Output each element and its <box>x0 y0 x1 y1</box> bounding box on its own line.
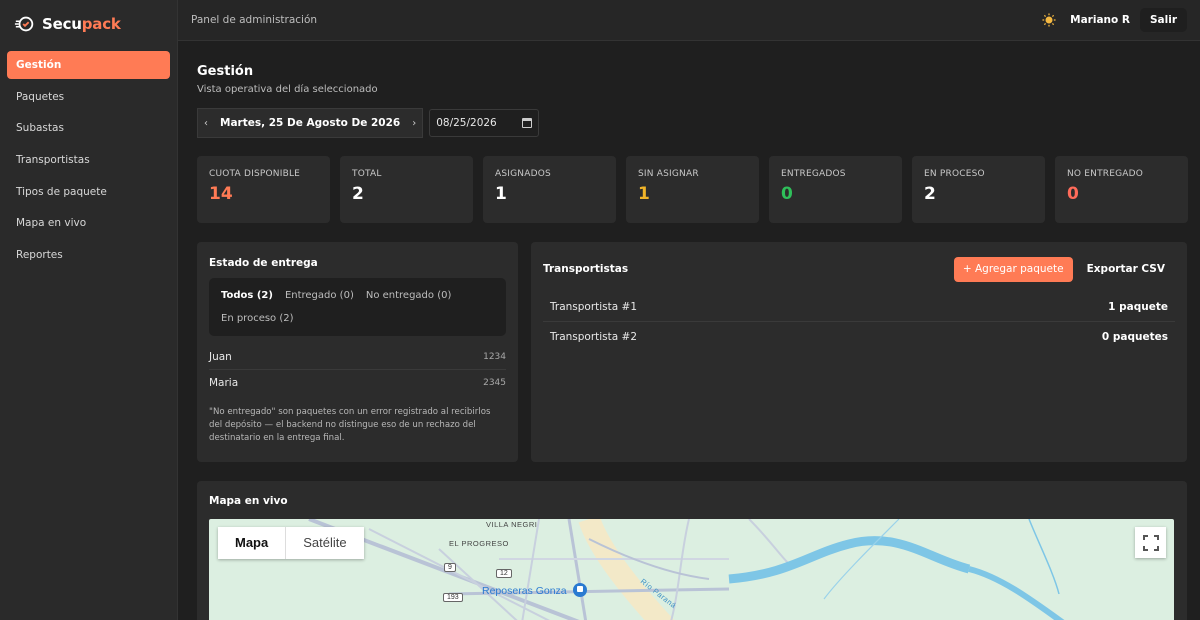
road-badge-193: 193 <box>443 593 463 602</box>
map-label-el-progreso: EL PROGRESO <box>449 539 509 548</box>
stat-card: CUOTA DISPONIBLE 14 <box>197 156 330 223</box>
list-item-name: Maria <box>209 377 239 389</box>
transportistas-title: Transportistas <box>543 263 629 275</box>
stat-label: TOTAL <box>352 169 382 179</box>
map-type-toggle: Mapa Satélite <box>218 527 364 559</box>
stat-value: 14 <box>209 184 233 204</box>
road-badge-12: 12 <box>496 569 512 578</box>
road-badge-9: 9 <box>444 563 456 572</box>
list-item-code: 1234 <box>483 351 506 362</box>
stat-label: ENTREGADOS <box>781 169 846 179</box>
transportista-count: 1 paquete <box>1108 301 1168 313</box>
estado-entrega-title: Estado de entrega <box>209 257 318 269</box>
sidebar-item-reportes[interactable]: Reportes <box>7 241 170 269</box>
transportistas-panel: Transportistas + Agregar paquete Exporta… <box>531 242 1187 462</box>
calendar-icon[interactable] <box>522 118 533 128</box>
transportistas-header: Transportistas + Agregar paquete Exporta… <box>543 256 1175 282</box>
map-place-label[interactable]: Reposeras Gonza <box>482 585 567 597</box>
list-item[interactable]: Transportista #1 1 paquete <box>543 293 1175 322</box>
sidebar: Secupack Gestión Paquetes Subastas Trans… <box>0 0 178 620</box>
sidebar-item-gestion[interactable]: Gestión <box>7 51 170 79</box>
sidebar-item-mapa-en-vivo[interactable]: Mapa en vivo <box>7 209 170 237</box>
sidebar-nav: Gestión Paquetes Subastas Transportistas… <box>0 48 177 276</box>
stat-value: 1 <box>638 184 650 204</box>
estado-note: "No entregado" son paquetes con un error… <box>209 407 491 443</box>
estado-entrega-panel: Estado de entrega Todos (2) Entregado (0… <box>197 242 518 462</box>
sidebar-item-tipos-de-paquete[interactable]: Tipos de paquete <box>7 178 170 206</box>
brand[interactable]: Secupack <box>0 0 177 48</box>
topbar-title: Panel de administración <box>191 14 318 26</box>
mapa-panel: Mapa en vivo VILLA NEGRI EL PROGRESO Rep… <box>197 481 1187 620</box>
stats-row: CUOTA DISPONIBLE 14 TOTAL 2 ASIGNADOS 1 SIN AS… <box>197 156 1188 223</box>
filter-no-entregado[interactable]: No entregado (0) <box>360 284 458 307</box>
stat-value: 2 <box>352 184 364 204</box>
filter-en-proceso[interactable]: En proceso (2) <box>215 307 300 330</box>
date-input[interactable]: 08/25/2026 <box>429 109 540 137</box>
stat-card: EN PROCESO 2 <box>912 156 1045 223</box>
add-package-button[interactable]: + Agregar paquete <box>953 256 1073 282</box>
user-name: Mariano R <box>1070 14 1130 26</box>
sidebar-item-subastas[interactable]: Subastas <box>7 114 170 142</box>
list-item-name: Juan <box>209 350 232 363</box>
export-csv-button[interactable]: Exportar CSV <box>1077 257 1175 282</box>
transportista-name: Transportista #1 <box>550 301 638 313</box>
live-map[interactable]: VILLA NEGRI EL PROGRESO Reposeras Gonza … <box>209 519 1174 620</box>
transportista-name: Transportista #2 <box>550 330 638 343</box>
list-item-code: 2345 <box>483 378 506 388</box>
sidebar-item-transportistas[interactable]: Transportistas <box>7 146 170 174</box>
brand-name: Secupack <box>42 15 121 33</box>
date-navigator: ‹ Martes, 25 De Agosto De 2026 › <box>197 108 424 138</box>
filter-entregado[interactable]: Entregado (0) <box>279 284 360 307</box>
stat-card: TOTAL 2 <box>340 156 473 223</box>
sidebar-item-paquetes[interactable]: Paquetes <box>7 83 170 111</box>
map-label-villa-negri: VILLA NEGRI <box>486 520 538 529</box>
fullscreen-icon <box>1142 534 1159 551</box>
main-content: Gestión Vista operativa del día seleccio… <box>178 41 1200 620</box>
list-item[interactable]: Transportista #2 0 paquetes <box>543 322 1175 351</box>
stat-card: ENTREGADOS 0 <box>769 156 902 223</box>
map-tab-satellite[interactable]: Satélite <box>286 527 363 559</box>
transportistas-actions: + Agregar paquete Exportar CSV <box>953 256 1175 282</box>
map-tab-map[interactable]: Mapa <box>218 527 287 559</box>
stat-card: NO ENTREGADO 0 <box>1055 156 1188 223</box>
stat-card: ASIGNADOS 1 <box>483 156 616 223</box>
stat-label: ASIGNADOS <box>495 169 551 179</box>
fullscreen-button[interactable] <box>1135 527 1166 558</box>
mapa-title: Mapa en vivo <box>209 495 288 507</box>
stat-value: 0 <box>781 184 793 204</box>
stat-label: EN PROCESO <box>924 169 985 179</box>
stat-value: 0 <box>1067 184 1079 204</box>
date-selector: ‹ Martes, 25 De Agosto De 2026 › 08/25/2… <box>197 108 540 138</box>
transportistas-list: Transportista #1 1 paquete Transportista… <box>543 293 1175 351</box>
prev-day-button[interactable]: ‹ <box>198 118 214 129</box>
stat-label: SIN ASIGNAR <box>638 169 699 179</box>
stat-label: CUOTA DISPONIBLE <box>209 169 301 179</box>
stat-label: NO ENTREGADO <box>1067 169 1144 179</box>
logo-icon <box>14 16 34 32</box>
transportista-count: 0 paquetes <box>1101 330 1168 343</box>
topbar: Panel de administración Mariano R Salir <box>178 0 1200 41</box>
filter-todos[interactable]: Todos (2) <box>215 284 279 307</box>
next-day-button[interactable]: › <box>406 118 422 129</box>
stat-card: SIN ASIGNAR 1 <box>626 156 759 223</box>
estado-filters: Todos (2) Entregado (0) No entregado (0)… <box>209 278 506 336</box>
stat-value: 1 <box>495 184 507 204</box>
date-input-value: 08/25/2026 <box>436 117 497 129</box>
page-subtitle: Vista operativa del día seleccionado <box>197 84 378 95</box>
estado-list: Juan 1234 Maria 2345 <box>209 344 506 396</box>
logout-button[interactable]: Salir <box>1139 8 1187 32</box>
stat-value: 2 <box>924 184 936 204</box>
date-label: Martes, 25 De Agosto De 2026 <box>220 117 401 129</box>
page-title: Gestión <box>197 64 254 79</box>
list-item[interactable]: Maria 2345 <box>209 370 506 396</box>
list-item[interactable]: Juan 1234 <box>209 344 506 370</box>
sun-icon[interactable] <box>1042 13 1056 27</box>
